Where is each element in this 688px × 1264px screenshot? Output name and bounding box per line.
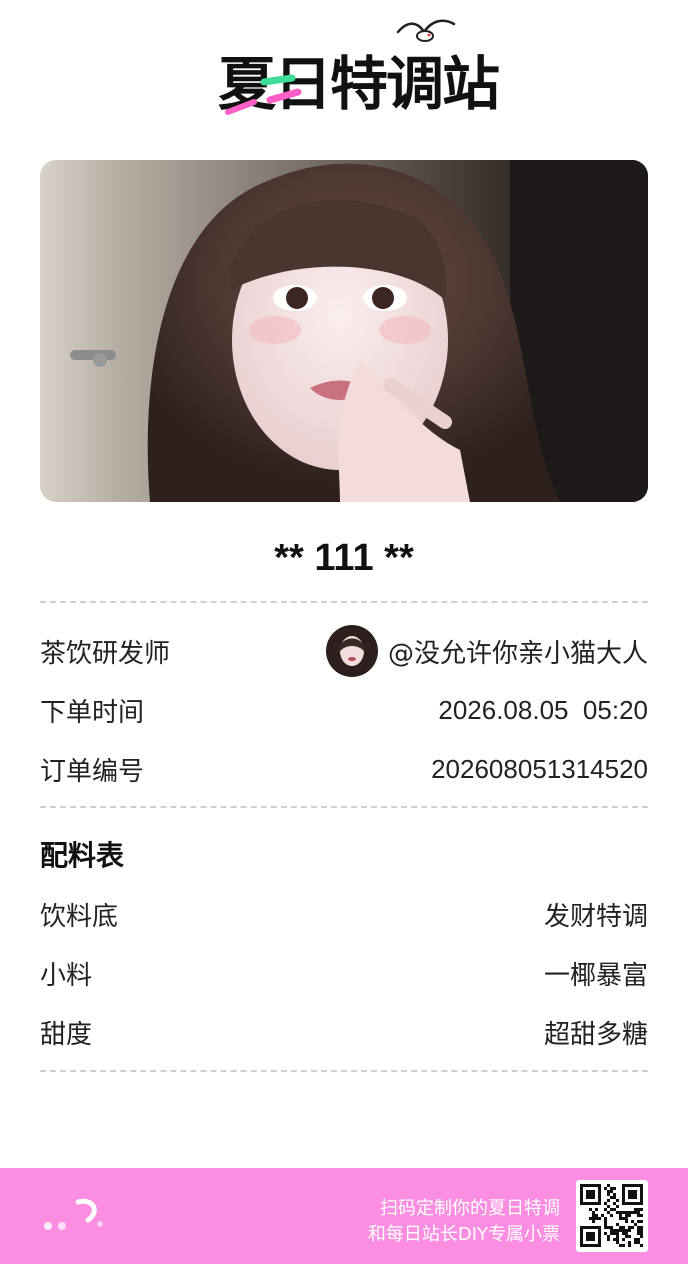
recipe-row: 饮料底 发财特调 bbox=[40, 894, 648, 934]
qr-code[interactable] bbox=[576, 1180, 648, 1252]
logo-text: 夏日特调站 bbox=[218, 50, 500, 118]
row-time: 下单时间 2026.08.05 05:20 bbox=[40, 690, 648, 730]
time-label: 下单时间 bbox=[40, 697, 145, 728]
recipe-item-value: 超甜多糖 bbox=[543, 1019, 648, 1050]
portrait-image bbox=[40, 160, 648, 502]
recipe-item-label: 饮料底 bbox=[40, 901, 119, 932]
logo: 夏日特调站 bbox=[218, 42, 500, 126]
recipe-item-value: 一椰暴富 bbox=[543, 960, 648, 991]
recipe-item-label: 小料 bbox=[40, 960, 93, 991]
avatar[interactable] bbox=[325, 625, 378, 677]
time-value: 2026.08.05 05:20 bbox=[438, 694, 648, 725]
maker-label: 茶饮研发师 bbox=[40, 638, 171, 669]
footer-line-2: 和每日站长DIY专属小票 bbox=[367, 1224, 560, 1245]
divider-bottom bbox=[40, 1070, 648, 1072]
maker-handle: @没允许你亲小猫大人 bbox=[387, 638, 648, 669]
footer-banner: 扫码定制你的夏日特调 和每日站长DIY专属小票 bbox=[0, 1168, 688, 1264]
footer-promo-text: 扫码定制你的夏日特调 和每日站长DIY专属小票 bbox=[368, 1196, 560, 1248]
recipe-item-label: 甜度 bbox=[40, 1019, 93, 1050]
recipe-item-value: 发财特调 bbox=[543, 901, 648, 932]
header: 夏日特调站 bbox=[0, 0, 688, 150]
order-title: ** 111 ** bbox=[274, 537, 414, 579]
maker-info[interactable]: @没允许你亲小猫大人 bbox=[325, 625, 648, 677]
recipe-row: 小料 一椰暴富 bbox=[40, 953, 648, 993]
footer-line-1: 扫码定制你的夏日特调 bbox=[380, 1198, 560, 1219]
footer-logo-mark bbox=[44, 1198, 103, 1230]
recipe-row: 甜度 超甜多糖 bbox=[40, 1012, 648, 1052]
row-maker: 茶饮研发师 @没允许你亲小猫大人 bbox=[40, 625, 648, 677]
order-number-label: 订单编号 bbox=[40, 756, 145, 787]
order-number-value: 202608051314520 bbox=[431, 753, 648, 784]
divider-middle bbox=[40, 806, 648, 808]
divider-top bbox=[40, 601, 648, 603]
row-order-number: 订单编号 202608051314520 bbox=[40, 749, 648, 789]
recipe-title: 配料表 bbox=[40, 839, 125, 872]
hero-photo bbox=[40, 160, 648, 502]
